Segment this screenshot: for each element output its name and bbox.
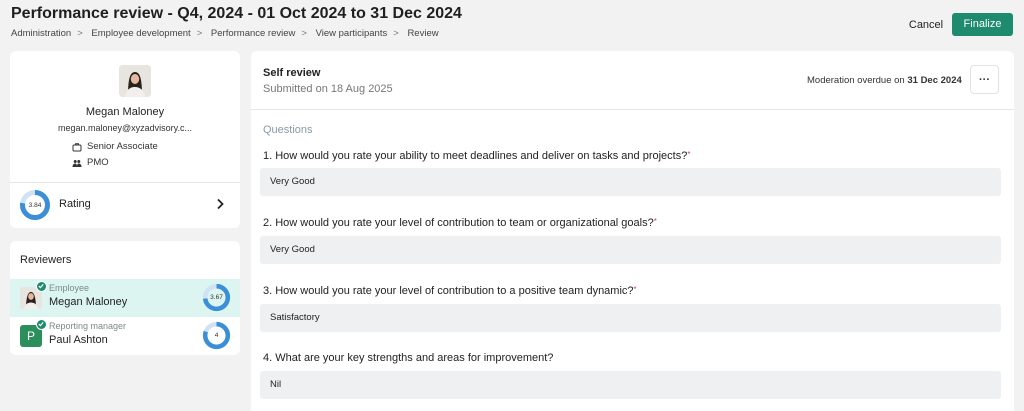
breadcrumb: Administration > Employee development > Pe… [11,28,439,39]
employee-email: megan.maloney@xyzadvisory.c... [57,123,193,133]
self-review-card: Self review Submitted on 18 Aug 2025 Mod… [251,51,1014,411]
answer-box: Very Good [260,236,1001,264]
briefcase-icon [72,142,82,152]
avatar [119,65,151,97]
breadcrumb-view-participants[interactable]: View participants [316,28,388,39]
review-title: Self review [263,67,321,79]
more-options-button[interactable]: ··· [970,65,999,94]
breadcrumb-employee-development[interactable]: Employee development [91,28,190,39]
answer-box: Satisfactory [260,304,1001,332]
reviewer-item-employee[interactable]: Employee Megan Maloney 3.67 [10,279,240,317]
page-header: Performance review - Q4, 2024 - 01 Oct 2… [0,0,1024,48]
reviewer-score: 3.67 [210,294,223,301]
team-icon [72,158,82,168]
answer-box: Nil [260,371,1001,399]
reviewers-card: Reviewers Employee Megan Maloney 3.67 P [10,241,240,355]
divider [251,109,1014,110]
moderation-status: Moderation overdue on 31 Dec 2024 [807,75,962,86]
reviewer-name: Paul Ashton [49,334,108,346]
question-text: 4. What are your key strengths and areas… [263,352,554,364]
profile-card: Megan Maloney megan.maloney@xyzadvisory.… [10,51,240,228]
moderation-date: 31 Dec 2024 [907,75,962,86]
reviewer-name: Megan Maloney [49,296,128,308]
questions-heading: Questions [263,124,313,136]
reviewer-item-manager[interactable]: P Reporting manager Paul Ashton 4 [10,317,240,355]
reviewer-score-donut: 4 [202,321,231,350]
cancel-button[interactable]: Cancel [900,14,952,36]
submitted-date: Submitted on 18 Aug 2025 [263,83,393,95]
breadcrumb-review: Review [407,28,439,39]
reviewer-role: Reporting manager [49,321,127,331]
question-text: 2. How would you rate your level of cont… [263,217,657,229]
designation-row: Senior Associate [72,141,158,152]
question-text: 3. How would you rate your level of cont… [263,285,637,297]
reviewer-role: Employee [49,283,90,293]
reviewer-score: 4 [214,332,219,339]
designation-text: Senior Associate [87,141,158,152]
breadcrumb-administration[interactable]: Administration [11,28,71,39]
breadcrumb-performance-review[interactable]: Performance review [211,28,295,39]
answer-box: Very Good [260,168,1001,196]
reviewers-title: Reviewers [20,254,72,266]
department-row: PMO [72,157,109,168]
rating-value: 3.84 [28,201,42,209]
department-text: PMO [87,157,109,168]
reviewer-score-donut: 3.67 [202,283,231,312]
question-text: 1. How would you rate your ability to me… [263,150,691,162]
moderation-prefix: Moderation overdue on [807,75,905,86]
chevron-right-icon [215,197,225,211]
employee-name: Megan Maloney [85,106,165,118]
rating-row[interactable]: 3.84 Rating [10,183,240,228]
rating-donut: 3.84 [19,189,51,221]
check-icon [36,281,47,292]
finalize-button[interactable]: Finalize [952,13,1013,36]
page-title: Performance review - Q4, 2024 - 01 Oct 2… [11,5,462,22]
rating-label: Rating [59,198,91,210]
check-icon [36,319,47,330]
